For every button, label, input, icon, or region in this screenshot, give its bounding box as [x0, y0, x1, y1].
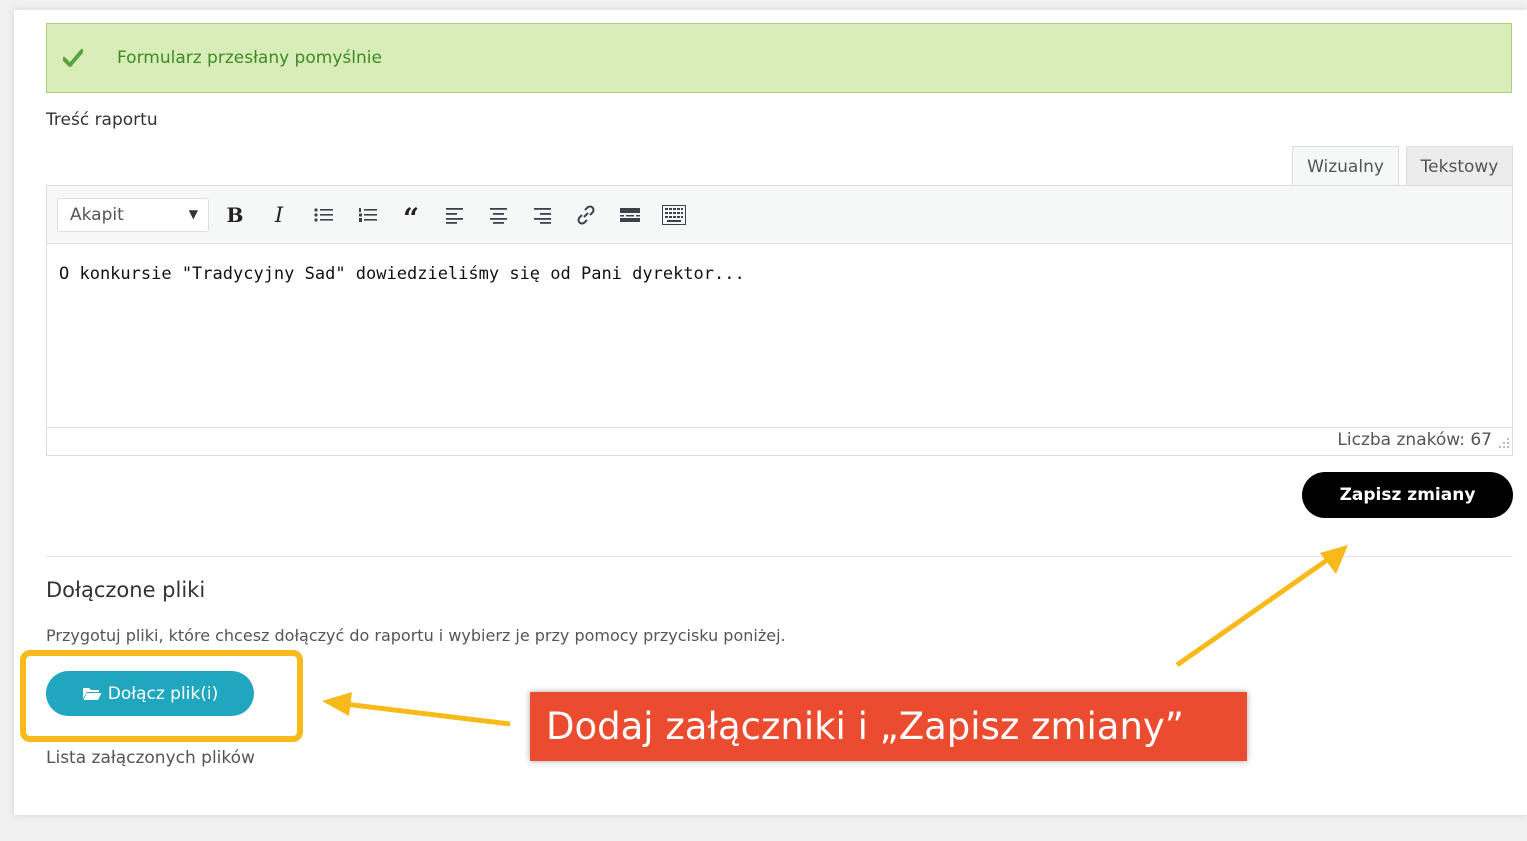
editor-toolbar: Akapit ▼ B I “: [47, 186, 1512, 244]
align-left-icon[interactable]: [440, 200, 470, 230]
rich-text-editor: Akapit ▼ B I “ O konkursie "Tradycyjny S…: [46, 185, 1513, 456]
alert-message: Formularz przesłany pomyślnie: [117, 48, 382, 68]
callout-text: Dodaj załączniki i „Zapisz zmiany”: [546, 705, 1184, 748]
numbered-list-icon[interactable]: [353, 200, 383, 230]
editor-content[interactable]: O konkursie "Tradycyjny Sad" dowiedzieli…: [59, 264, 745, 284]
align-center-icon[interactable]: [484, 200, 514, 230]
link-icon[interactable]: [571, 200, 601, 230]
bullet-list-icon[interactable]: [309, 200, 339, 230]
instruction-callout: Dodaj załączniki i „Zapisz zmiany”: [530, 692, 1247, 761]
success-alert: Formularz przesłany pomyślnie: [46, 23, 1512, 93]
tab-visual[interactable]: Wizualny: [1292, 146, 1399, 186]
save-changes-button[interactable]: Zapisz zmiany: [1302, 472, 1513, 518]
italic-icon[interactable]: I: [264, 200, 294, 230]
attachments-title: Dołączone pliki: [46, 578, 206, 602]
tab-visual-label: Wizualny: [1307, 156, 1384, 177]
section-divider: [46, 556, 1513, 557]
attached-files-list-label: Lista załączonych plików: [46, 748, 255, 768]
chevron-down-icon: ▼: [188, 207, 198, 221]
attachments-description: Przygotuj pliki, które chcesz dołączyć d…: [46, 626, 786, 645]
check-icon: [63, 47, 85, 69]
bold-icon[interactable]: B: [220, 200, 250, 230]
tab-text[interactable]: Tekstowy: [1406, 146, 1513, 186]
blockquote-icon[interactable]: “: [396, 200, 426, 233]
resize-handle-icon[interactable]: [1498, 434, 1510, 453]
attach-button-highlight: [20, 650, 303, 742]
paragraph-format-select[interactable]: Akapit ▼: [57, 198, 209, 232]
editor-label: Treść raportu: [46, 110, 158, 130]
format-select-value: Akapit: [70, 205, 124, 225]
char-count: Liczba znaków: 67: [1337, 430, 1492, 450]
tab-text-label: Tekstowy: [1420, 156, 1499, 177]
align-right-icon[interactable]: [528, 200, 558, 230]
toolbar-toggle-icon[interactable]: [659, 200, 689, 230]
read-more-icon[interactable]: [615, 200, 645, 230]
editor-statusbar: Liczba znaków: 67: [47, 427, 1512, 455]
